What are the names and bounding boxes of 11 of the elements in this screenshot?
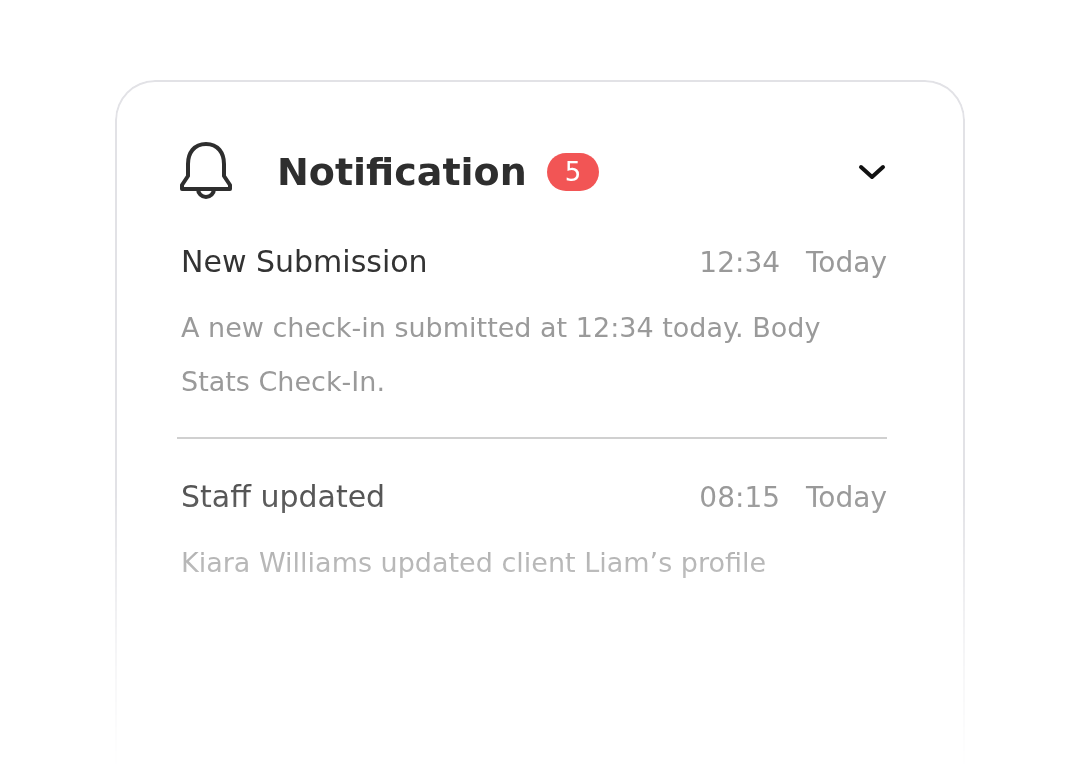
notification-title[interactable]: Staff updated — [181, 479, 386, 514]
chevron-icon[interactable] — [857, 162, 887, 182]
notification-time: 12:34 — [699, 246, 780, 279]
notification-title[interactable]: New Submission — [181, 244, 428, 279]
notification-day: Today — [806, 246, 887, 279]
notification-message: A new check-in submitted at 12:34 today. Body Stats Check-In. — [181, 311, 822, 399]
count-badge: 5 — [546, 153, 600, 191]
notification-time: 08:15 — [699, 481, 780, 514]
panel-title: Notification — [277, 150, 527, 194]
notification-day: Today — [806, 481, 887, 514]
notification-message: Kiara Williams updated client Liam’s profile — [181, 546, 768, 580]
